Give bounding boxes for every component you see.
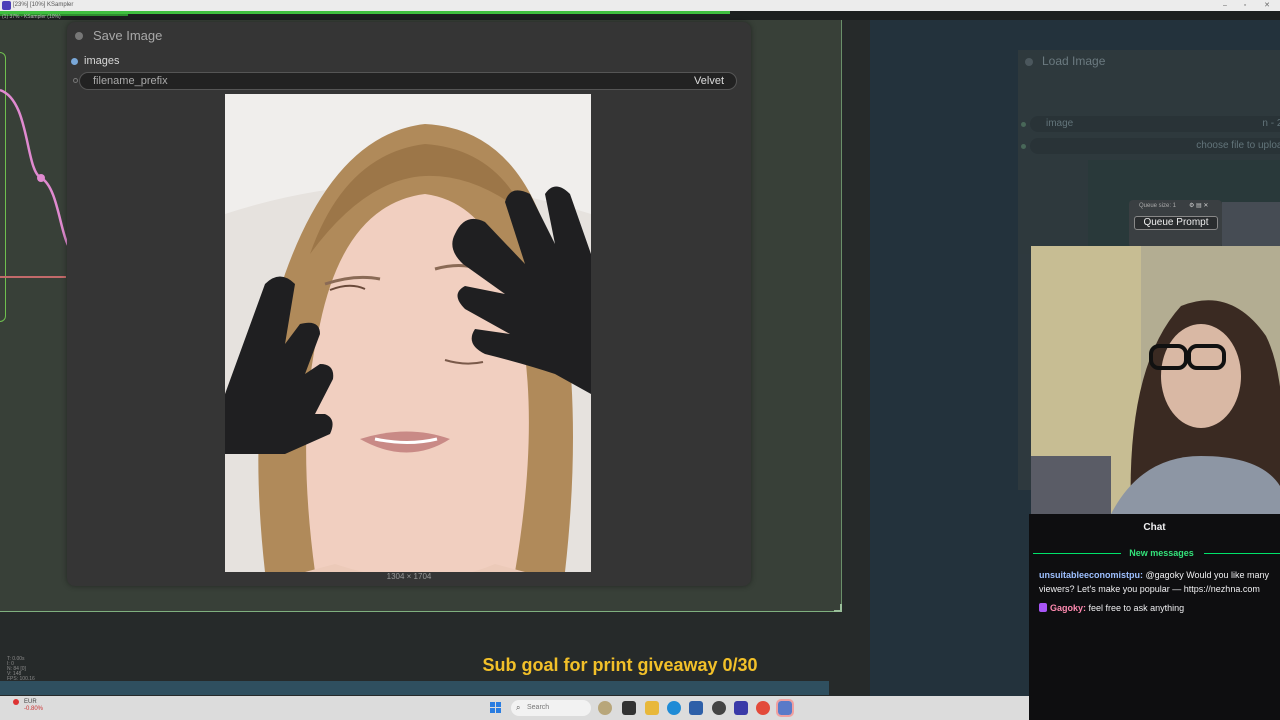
queue-size: Queue size: 1: [1139, 203, 1177, 209]
app-icon: [2, 1, 11, 10]
widget-slot-dot[interactable]: [73, 78, 78, 83]
node-collapse-dot[interactable]: [75, 32, 83, 40]
obs-icon[interactable]: [712, 701, 726, 715]
queue-side-preview: [1222, 202, 1280, 246]
webcam-feed: [1031, 246, 1280, 514]
windows-start-icon[interactable]: [490, 702, 502, 714]
node-collapse-dot[interactable]: [1025, 58, 1033, 66]
stock-widget[interactable]: EUR -0.80%: [14, 699, 43, 713]
progress-bar: (1) 37% - KSampler (10%): [0, 11, 1280, 20]
chat-message: unsuitableeconomistpu: @gagoky Would you…: [1039, 570, 1270, 594]
slot-dot[interactable]: [1021, 122, 1026, 127]
image-dimensions: 1304 × 1704: [386, 572, 432, 581]
node-title: Save Image: [93, 28, 163, 43]
stock-name: EUR: [24, 699, 37, 705]
taskbar-search[interactable]: ⌕ Search: [511, 700, 591, 716]
taskbar: EUR -0.80% ⌕ Search: [0, 696, 1029, 720]
active-app-icon[interactable]: [776, 699, 794, 717]
mic-badge-icon: [1039, 603, 1047, 612]
task-view-icon[interactable]: [622, 701, 636, 715]
app-icon-purple[interactable]: [734, 701, 748, 715]
window-title: [23%] [10%] KSampler: [13, 2, 74, 8]
widgets-icon[interactable]: [598, 701, 612, 715]
canvas-divider: [842, 20, 870, 696]
group-border-bottom: [0, 611, 842, 612]
perf-stats: T: 0.00s I: 0 N: 84 [0] V: 148 FPS: 100.…: [7, 656, 35, 682]
search-placeholder: Search: [527, 704, 550, 711]
group-resize-handle[interactable]: [834, 604, 842, 612]
stream-overlay-strip: [0, 681, 829, 695]
new-messages-label: New messages: [1129, 548, 1194, 558]
portrait-image: [225, 94, 591, 572]
node-title: Load Image: [1042, 54, 1106, 68]
upload-button[interactable]: choose file to upload: [1030, 138, 1280, 154]
file-explorer-icon[interactable]: [645, 701, 659, 715]
image-selector[interactable]: image n - 20: [1030, 116, 1280, 132]
queue-panel-icons[interactable]: ⚙ ▤ ✕: [1189, 202, 1208, 209]
sub-goal-text: Sub goal for print giveaway 0/30: [482, 655, 758, 675]
save-image-node[interactable]: Save Image images filename_prefix Velvet: [67, 22, 751, 586]
image-selector-value: n - 20: [1262, 118, 1280, 129]
queue-panel: Queue size: 1 ⚙ ▤ ✕ Queue Prompt: [1129, 200, 1222, 248]
input-slot-images: images: [84, 55, 120, 67]
webcam-image: [1031, 246, 1280, 514]
minimize-button[interactable]: –: [1217, 0, 1233, 11]
maximize-button[interactable]: ▫: [1237, 0, 1253, 11]
chat-username[interactable]: Gagoky: [1050, 603, 1083, 613]
chat-username[interactable]: unsuitableeconomistpu: [1039, 570, 1140, 580]
wire-red: [0, 276, 66, 278]
filename-prefix-widget[interactable]: filename_prefix Velvet: [79, 72, 737, 90]
queue-prompt-button[interactable]: Queue Prompt: [1134, 216, 1218, 230]
chat-message-text: feel free to ask anything: [1088, 603, 1185, 613]
chat-message: Gagoky: feel free to ask anything: [1039, 601, 1275, 615]
widget-value: Velvet: [694, 75, 724, 87]
widget-label: filename_prefix: [93, 75, 168, 87]
input-slot-dot[interactable]: [71, 58, 78, 65]
search-icon: ⌕: [516, 703, 521, 712]
edge-browser-icon[interactable]: [667, 701, 681, 715]
store-icon[interactable]: [689, 701, 703, 715]
group-border-right: [841, 20, 842, 612]
close-button[interactable]: ✕: [1259, 0, 1275, 11]
chrome-icon[interactable]: [756, 701, 770, 715]
image-preview[interactable]: [225, 94, 591, 572]
upload-label: choose file to upload: [1196, 140, 1280, 151]
wire-pink: [0, 88, 70, 246]
stock-change: -0.80%: [24, 706, 44, 712]
chat-panel: Chat New messages unsuitableeconomistpu:…: [1029, 514, 1280, 720]
window-titlebar: [23%] [10%] KSampler – ▫ ✕: [0, 0, 1280, 11]
chat-title: Chat: [1143, 522, 1166, 533]
slot-dot[interactable]: [1021, 144, 1026, 149]
screen: [23%] [10%] KSampler – ▫ ✕ (1) 37% - KSa…: [0, 0, 1280, 720]
image-selector-label: image: [1046, 118, 1074, 129]
